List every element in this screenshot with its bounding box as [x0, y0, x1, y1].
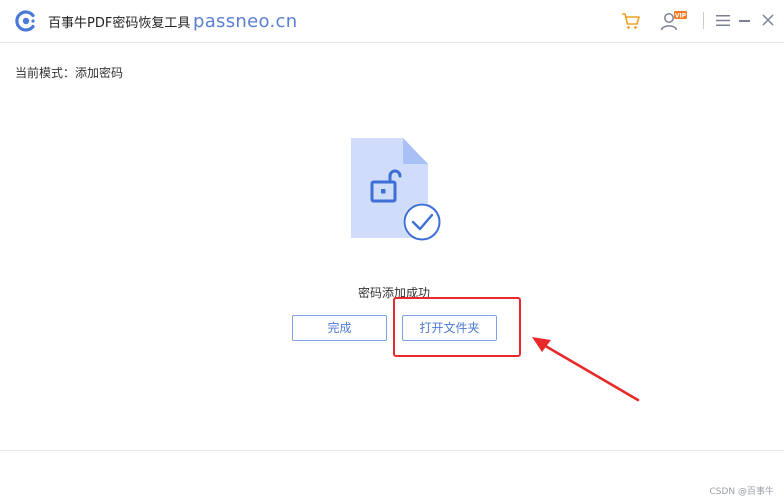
user-vip-icon: VIP: [660, 11, 687, 31]
mode-label: 当前模式：添加密码: [15, 66, 124, 80]
user-vip-button[interactable]: VIP: [660, 10, 688, 32]
cart-icon[interactable]: [621, 11, 641, 31]
vip-badge: VIP: [675, 13, 687, 20]
document-unlocked-icon: [351, 138, 441, 241]
status-message: 密码添加成功: [357, 286, 430, 300]
footer-divider: [0, 450, 784, 451]
close-icon[interactable]: [762, 14, 774, 26]
menu-icon[interactable]: [716, 14, 730, 27]
app-logo-icon: [15, 10, 35, 32]
app-title: 百事牛PDF密码恢复工具: [48, 16, 191, 31]
check-circle-icon: [403, 203, 441, 241]
annotation-arrow-icon: [532, 337, 640, 402]
done-button[interactable]: 完成: [292, 315, 387, 341]
minimize-icon[interactable]: [739, 20, 750, 22]
titlebar-divider: [703, 12, 704, 29]
title-bar: 百事牛PDF密码恢复工具 passneo.cn VIP: [0, 0, 784, 43]
site-url: passneo.cn: [193, 11, 298, 32]
watermark: CSDN @百事牛: [709, 487, 774, 497]
annotation-highlight-box: [393, 297, 521, 357]
